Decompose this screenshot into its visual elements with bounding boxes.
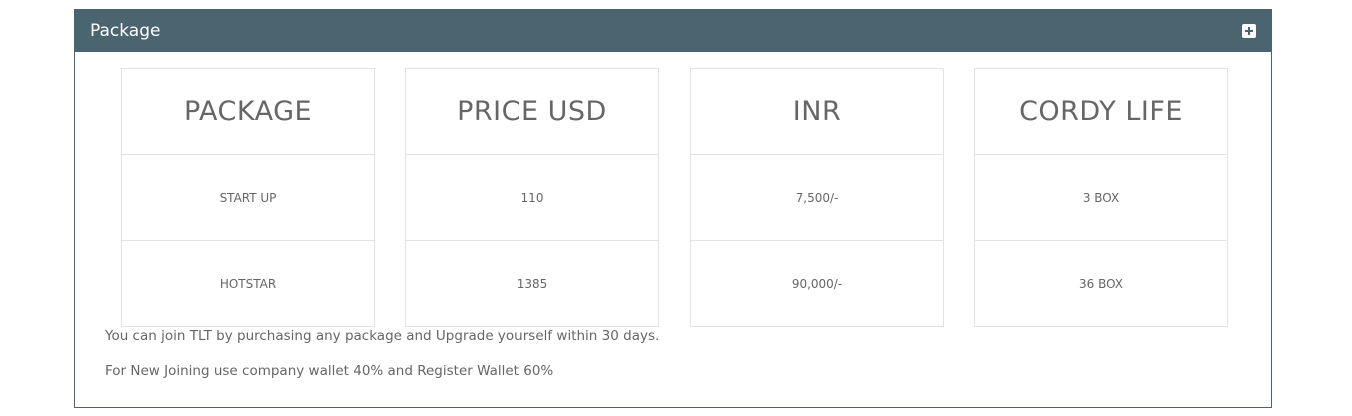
panel-title: Package: [90, 21, 161, 41]
package-panel: Package PACKAGE START UP HOTSTAR PRICE U…: [74, 9, 1272, 408]
package-column: PACKAGE START UP HOTSTAR: [121, 68, 375, 327]
panel-header: Package: [75, 10, 1271, 52]
table-cell: 110: [406, 155, 658, 241]
column-header-package: PACKAGE: [122, 69, 374, 155]
inr-column: INR 7,500/- 90,000/-: [690, 68, 944, 327]
column-header-cordy-life: CORDY LIFE: [975, 69, 1227, 155]
table-cell: 90,000/-: [791, 276, 843, 291]
cordy-life-column: CORDY LIFE 3 BOX 36 BOX: [974, 68, 1228, 327]
table-cell: 36 BOX: [1078, 276, 1123, 291]
wallet-note: For New Joining use company wallet 40% a…: [105, 363, 554, 379]
plus-square-icon[interactable]: [1242, 24, 1256, 38]
table-cell: 1385: [516, 276, 548, 291]
table-cell: START UP: [122, 155, 374, 241]
column-header-inr: INR: [691, 69, 943, 155]
table-cell: HOTSTAR: [219, 276, 277, 291]
price-usd-column: PRICE USD 110 1385: [405, 68, 659, 327]
column-header-price-usd: PRICE USD: [406, 69, 658, 155]
table-cell: 7,500/-: [691, 155, 943, 241]
join-note: You can join TLT by purchasing any packa…: [105, 328, 660, 344]
table-cell: 3 BOX: [975, 155, 1227, 241]
